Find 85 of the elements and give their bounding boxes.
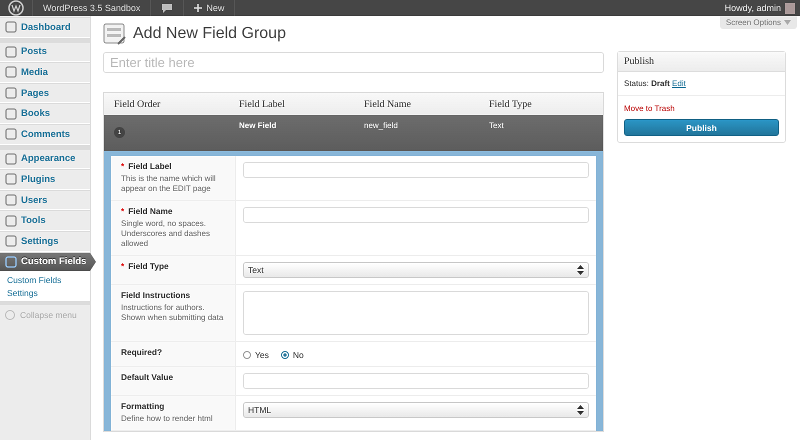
required-mark: * (121, 261, 124, 271)
menu-item[interactable]: Dashboard (0, 17, 90, 38)
updown-arrow-icon (577, 405, 584, 415)
square-icon (5, 256, 17, 268)
move-to-trash-link[interactable]: Move to Trash (624, 104, 779, 113)
edit-link[interactable]: Edit (672, 79, 686, 88)
menu-label: Media (21, 66, 48, 78)
text-field[interactable] (243, 373, 589, 389)
square-icon (5, 128, 17, 140)
submenu-item[interactable]: Settings (7, 288, 90, 298)
square-icon (5, 214, 17, 227)
menu-item[interactable]: Media (0, 62, 90, 83)
menu-item[interactable]: Books (0, 103, 90, 124)
updown-arrow-icon (577, 265, 584, 275)
select-dropdown[interactable]: HTML (243, 402, 589, 418)
menu-label: Settings (21, 236, 58, 247)
textarea-field[interactable] (243, 291, 589, 335)
menu-label: Books (21, 108, 50, 120)
new-content-link[interactable]: New (184, 0, 236, 16)
menu-label: Pages (21, 88, 49, 99)
field-label: Required? (121, 347, 162, 357)
menu-item[interactable]: Plugins (0, 169, 90, 190)
page-title: Add New Field Group (133, 25, 286, 43)
radio-button[interactable] (280, 351, 289, 359)
title-field[interactable]: Enter title here (103, 52, 604, 73)
select-dropdown[interactable]: Text (243, 262, 589, 278)
form-icon (103, 22, 127, 46)
square-icon (5, 235, 17, 248)
field-description: Instructions for authors. Shown when submitting data (121, 303, 224, 323)
field-description: Define how to render html (121, 414, 214, 424)
table-cell-text: New Field (239, 121, 278, 130)
column-header: Field Order (114, 98, 162, 110)
menu-item[interactable]: Comments (0, 124, 90, 145)
field-label: Field Type (128, 261, 169, 271)
menu-item[interactable]: Pages (0, 82, 90, 104)
menu-label: Users (21, 194, 48, 206)
radio-option[interactable]: No (280, 350, 304, 360)
publish-title: Publish (618, 52, 785, 72)
menu-item[interactable]: Custom Fields (0, 252, 96, 272)
field-label: Formatting (121, 401, 164, 411)
caret-icon (784, 20, 791, 25)
text-field[interactable] (243, 207, 589, 223)
radio-button[interactable] (243, 351, 251, 359)
square-icon (5, 66, 17, 78)
field-label: Field Label (128, 161, 172, 171)
square-icon (5, 108, 17, 120)
menu-label: Tools (21, 215, 46, 226)
field-label: Field Instructions (121, 290, 190, 300)
field-label: Field Name (128, 206, 172, 216)
column-header: Field Name (364, 98, 412, 110)
menu-label: Appearance (21, 153, 76, 164)
submenu-item[interactable]: Custom Fields (7, 275, 90, 286)
square-icon (5, 152, 17, 165)
menu-item[interactable]: Posts (0, 42, 90, 62)
user-greeting-link[interactable]: Howdy, admin (720, 3, 785, 13)
column-header: Field Label (239, 98, 286, 110)
menu-item[interactable]: Tools (0, 210, 90, 231)
square-icon (5, 87, 17, 100)
publish-button[interactable]: Publish (624, 119, 779, 136)
text-field[interactable] (243, 162, 589, 178)
screen-options-button[interactable]: Screen Options (720, 16, 797, 29)
field-description: Single word, no spaces. Underscores and dashes allowed (121, 219, 211, 249)
required-mark: * (121, 206, 124, 216)
column-header: Field Type (489, 98, 533, 110)
field-label: Default Value (121, 372, 174, 382)
table-cell-text: new_field (364, 121, 399, 130)
square-icon (5, 21, 17, 34)
square-icon (5, 46, 17, 58)
square-icon (5, 194, 17, 206)
plus-icon (194, 4, 202, 12)
table-cell-text: Text (489, 121, 505, 130)
radio-option[interactable]: Yes (243, 350, 269, 360)
field-description: This is the name which will appear on the EDIT page (121, 174, 217, 194)
menu-label: Posts (21, 46, 47, 58)
menu-item[interactable]: Users (0, 190, 90, 210)
menu-item[interactable]: Appearance (0, 148, 90, 170)
menu-label: Custom Fields (21, 256, 86, 268)
status-value: Draft (651, 79, 670, 88)
avatar-icon[interactable] (785, 2, 795, 14)
menu-label: Plugins (21, 174, 56, 185)
status-label: Status: (624, 79, 649, 88)
menu-label: Comments (21, 128, 70, 140)
square-icon (5, 173, 17, 186)
menu-label: Dashboard (21, 22, 71, 33)
required-mark: * (121, 161, 124, 171)
